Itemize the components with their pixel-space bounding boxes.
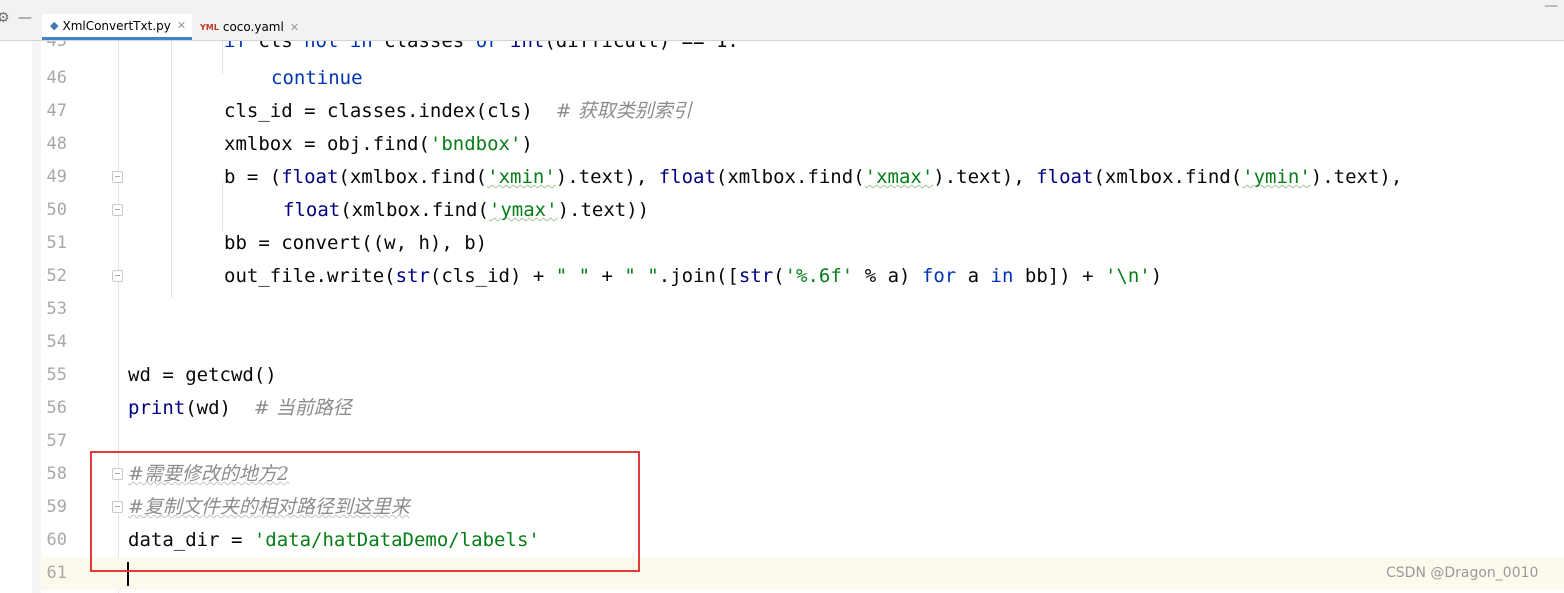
code-line[interactable]: 53 [40, 293, 1564, 326]
line-number: 52 [46, 266, 67, 286]
code-text: xmlbox = obj.find('bndbox') [224, 133, 533, 155]
line-number: 55 [46, 365, 67, 385]
line-number: 57 [46, 431, 67, 451]
line-number: 45 [46, 41, 67, 51]
line-number: 51 [46, 233, 67, 253]
code-line[interactable]: 48 xmlbox = obj.find('bndbox') [40, 128, 1564, 161]
line-number: 47 [46, 101, 67, 121]
code-line[interactable]: 49 b = (float(xmlbox.find('xmin').text),… [40, 161, 1564, 194]
yaml-file-icon: YML [200, 22, 219, 32]
code-text: wd = getcwd() [128, 364, 277, 386]
code-line[interactable]: 45 if cls not in classes or int(difficul… [40, 41, 1564, 58]
code-line[interactable]: 54 [40, 326, 1564, 359]
gear-icon[interactable]: ⚙ [0, 10, 10, 26]
line-number: 54 [46, 332, 67, 352]
line-number: 58 [46, 464, 67, 484]
line-number: 56 [46, 398, 67, 418]
tab-label: XmlConvertTxt.py [62, 18, 171, 33]
code-line[interactable]: 51 bb = convert((w, h), b) [40, 227, 1564, 260]
tab-xmlconverttxt[interactable]: ◆ XmlConvertTxt.py ✕ [42, 14, 192, 40]
code-text: bb = convert((w, h), b) [224, 232, 488, 254]
code-text: float(xmlbox.find('ymax').text)) [283, 199, 650, 221]
line-number: 50 [46, 200, 67, 220]
close-icon[interactable]: ✕ [290, 21, 299, 34]
fold-toggle-icon[interactable] [112, 270, 123, 282]
minimize-icon[interactable]: — [18, 10, 32, 26]
code-text: cls_id = classes.index(cls) # 获取类别索引 [224, 100, 692, 122]
editor-tab-bar: ⚙ — ◆ XmlConvertTxt.py ✕ YML coco.yaml ✕… [0, 0, 1564, 41]
code-line[interactable]: 47 cls_id = classes.index(cls) # 获取类别索引 [40, 95, 1564, 128]
code-line[interactable]: 55 wd = getcwd() [40, 359, 1564, 392]
line-number: 46 [46, 68, 67, 88]
annotation-highlight-box [90, 451, 640, 572]
tab-label: coco.yaml [222, 20, 284, 34]
watermark: CSDN @Dragon_0010 [1386, 565, 1539, 581]
code-text: b = (float(xmlbox.find('xmin').text), fl… [224, 166, 1403, 188]
line-number: 61 [46, 563, 67, 583]
code-text: out_file.write(str(cls_id) + " " + " ".j… [224, 265, 1163, 287]
fold-toggle-icon[interactable] [112, 171, 123, 183]
code-line[interactable]: 46 continue [40, 62, 1564, 95]
code-text: print(wd) # 当前路径 [128, 397, 352, 419]
line-number: 53 [46, 299, 67, 319]
code-line[interactable]: 52 out_file.write(str(cls_id) + " " + " … [40, 260, 1564, 293]
line-number: 59 [46, 497, 67, 517]
code-comment: # 当前路径 [253, 397, 352, 419]
code-text: if cls not in classes or int(difficult) … [224, 41, 739, 52]
code-line[interactable]: 50 float(xmlbox.find('ymax').text)) [40, 194, 1564, 227]
line-number: 48 [46, 134, 67, 154]
code-text: continue [271, 67, 363, 89]
fold-toggle-icon[interactable] [112, 204, 123, 216]
python-file-icon: ◆ [50, 19, 59, 32]
code-comment: # 获取类别索引 [555, 100, 692, 122]
code-line[interactable]: 56 print(wd) # 当前路径 [40, 392, 1564, 425]
tab-coco-yaml[interactable]: YML coco.yaml ✕ [192, 14, 302, 40]
close-icon[interactable]: ✕ [177, 19, 186, 32]
line-number: 49 [46, 167, 67, 187]
minimize-icon[interactable]: — [1544, 0, 1558, 14]
line-number: 60 [46, 530, 67, 550]
